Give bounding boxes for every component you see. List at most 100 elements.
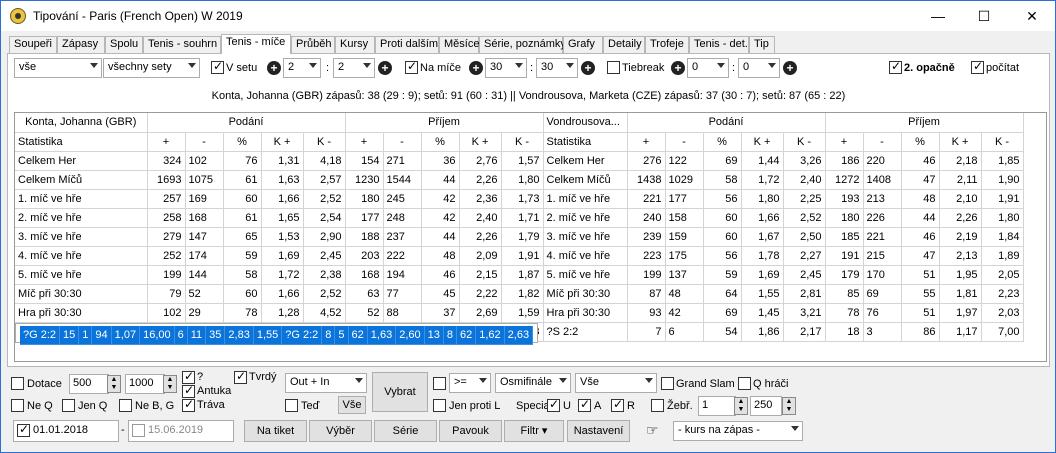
r-checkbox[interactable] [611, 397, 624, 412]
q-hraci-checkbox[interactable] [738, 377, 751, 390]
tab-item[interactable]: Detaily [603, 36, 645, 53]
tab-item[interactable]: Spolu [105, 36, 143, 53]
dotace-to-input[interactable]: 1000 [125, 374, 165, 394]
table-cell: 79 [147, 284, 186, 304]
stats-grid[interactable]: Konta, Johanna (GBR) Podání Příjem Vondr… [14, 112, 1047, 362]
out-in-select[interactable]: Out + In [285, 373, 367, 393]
tab-item[interactable]: Tip [749, 36, 775, 53]
op-checkbox[interactable] [433, 377, 446, 390]
dotace-checkbox[interactable] [11, 377, 24, 390]
table-cell: 102 [185, 151, 224, 171]
tab-item[interactable]: Tenis - míče [221, 34, 291, 54]
tiebreak-checkbox[interactable] [607, 61, 620, 74]
date-from-checkbox[interactable] [17, 422, 30, 437]
tab-item[interactable]: Grafy [563, 36, 603, 53]
ted-checkbox[interactable] [285, 399, 298, 412]
close-button[interactable]: ✕ [1009, 1, 1055, 31]
round-select[interactable]: Osmifinále [495, 373, 571, 393]
u-checkbox[interactable] [547, 397, 560, 412]
table-row[interactable]: Celkem Míčů 1693 1075 61 1,63 2,57 1230 1544 44 2… [15, 170, 1024, 190]
tiebreak-b-select[interactable]: 0 [738, 58, 780, 78]
table-row[interactable]: Míč při 30:30 79 52 60 1,66 2,52 63 77 45 2,22 1,8… [15, 284, 1024, 304]
ne-q-checkbox[interactable] [11, 399, 24, 412]
sets-select[interactable]: všechny sety [103, 58, 200, 78]
v-setu-a-select[interactable]: 2 [283, 58, 321, 78]
date-from-input[interactable]: 01.01.2018 [13, 420, 119, 442]
jen-q-checkbox[interactable] [62, 399, 75, 412]
nastaveni-button[interactable]: Nastavení [567, 420, 630, 442]
trava-checkbox[interactable] [182, 397, 195, 412]
serie-button[interactable]: Série [374, 420, 437, 442]
table-row[interactable]: 5. míč ve hře 199 144 58 1,72 2,38 168 194 46 2,1… [15, 265, 1024, 285]
table-row[interactable]: Hra při 30:30 102 29 78 1,28 4,52 52 88 37 2,69 1,… [15, 303, 1024, 323]
na-mice-b-plus-icon[interactable]: + [581, 61, 595, 75]
tab-item[interactable]: Měsíce [439, 36, 479, 53]
dotace-to-spinner[interactable]: ▲ ▼ [163, 375, 177, 393]
na-mice-plus-icon[interactable]: + [469, 61, 483, 75]
date-to-input[interactable]: 15.06.2019 [128, 420, 234, 442]
table-cell: 188 [345, 227, 384, 247]
tab-item[interactable]: Série, poznámky [479, 36, 566, 53]
table-row[interactable]: ?G 2:2 15 1 94 1,07 16,00 6 11 35 2,83 1,55 ?G 2:2 8… [15, 322, 539, 345]
v-setu-b-plus-icon[interactable]: + [378, 61, 392, 75]
vse-button[interactable]: Vše [338, 396, 366, 414]
tab-item[interactable]: Tenis - det. [689, 36, 749, 53]
app-logo-icon [10, 8, 26, 24]
tvrdy-checkbox[interactable] [234, 369, 247, 384]
table-cell: 7 [627, 322, 666, 342]
v-setu-plus-icon[interactable]: + [267, 61, 281, 75]
pocitat-checkbox[interactable] [971, 59, 984, 74]
na-tiket-button[interactable]: Na tiket [244, 420, 307, 442]
date-to-checkbox[interactable] [132, 424, 145, 437]
vyber-button[interactable]: Výběr [309, 420, 372, 442]
maximize-button[interactable]: ☐ [961, 1, 1007, 31]
grand-slam-checkbox[interactable] [661, 377, 674, 390]
table-row[interactable]: Celkem Her 324 102 76 1,31 4,18 154 271 36 2,76 1,… [15, 151, 1024, 171]
round2-select[interactable]: Vše [575, 373, 657, 393]
pavouk-button[interactable]: Pavouk [439, 420, 502, 442]
kurs-select[interactable]: - kurs na zápas - [673, 421, 803, 441]
tiebreak-plus-icon[interactable]: + [671, 61, 685, 75]
table-row[interactable]: 4. míč ve hře 252 174 59 1,69 2,45 203 222 48 2,0… [15, 246, 1024, 266]
tab-item[interactable]: Tenis - souhrn [143, 36, 221, 53]
tab-item[interactable]: Trofeje [645, 36, 689, 53]
table-row[interactable]: 1. míč ve hře 257 169 60 1,66 2,52 180 245 42 2,3… [15, 189, 1024, 209]
ne-b-g-checkbox[interactable] [119, 399, 132, 412]
table-row[interactable]: 3. míč ve hře 279 147 65 1,53 2,90 188 237 44 2,2… [15, 227, 1024, 247]
a-label: A [594, 400, 602, 412]
tab-item[interactable]: Kursy [335, 36, 375, 53]
v-setu-b-select[interactable]: 2 [333, 58, 375, 78]
op-select[interactable]: >= [449, 373, 491, 393]
tiebreak-b-plus-icon[interactable]: + [783, 61, 797, 75]
table-cell: 237 [383, 227, 422, 247]
na-mice-checkbox[interactable] [405, 59, 418, 74]
table-cell: 2,36 [459, 189, 502, 209]
dotace-from-input[interactable]: 500 [69, 374, 109, 394]
tiebreak-a-select[interactable]: 0 [687, 58, 729, 78]
table-cell: 2,38 [303, 265, 346, 285]
zebr-checkbox[interactable] [651, 399, 664, 412]
na-mice-a-select[interactable]: 30 [485, 58, 527, 78]
zebr-from-input[interactable]: 1 [698, 396, 736, 416]
tab-item[interactable]: Proti dalším [375, 36, 439, 53]
dotace-from-spinner[interactable]: ▲ ▼ [107, 375, 121, 393]
zebr-to-input[interactable]: 250 [750, 396, 782, 416]
table-cell: 1,28 [261, 303, 304, 323]
surface-select[interactable]: vše [14, 58, 102, 78]
zebr-to-spinner[interactable]: ▲ ▼ [782, 397, 796, 415]
table-row[interactable]: 2. míč ve hře 258 168 61 1,65 2,54 177 248 42 2,4… [15, 208, 1024, 228]
tab-item[interactable]: Průběh [291, 36, 335, 53]
minimize-button[interactable]: — [915, 1, 961, 31]
tab-item[interactable]: Zápasy [57, 36, 105, 53]
zebr-from-spinner[interactable]: ▲ ▼ [734, 397, 748, 415]
na-mice-b-select[interactable]: 30 [536, 58, 578, 78]
filtr-button[interactable]: Filtr ▾ [504, 420, 564, 442]
a-checkbox[interactable] [578, 397, 591, 412]
jen-proti-l-checkbox[interactable] [433, 399, 446, 412]
v-setu-checkbox[interactable] [211, 59, 224, 74]
vybrat-button[interactable]: Vybrat [372, 372, 428, 412]
table-cell: 44 [421, 170, 460, 190]
table-cell: 2,23 [981, 284, 1024, 304]
tab-item[interactable]: Soupeři [9, 36, 57, 53]
opacne-checkbox[interactable] [889, 59, 902, 74]
